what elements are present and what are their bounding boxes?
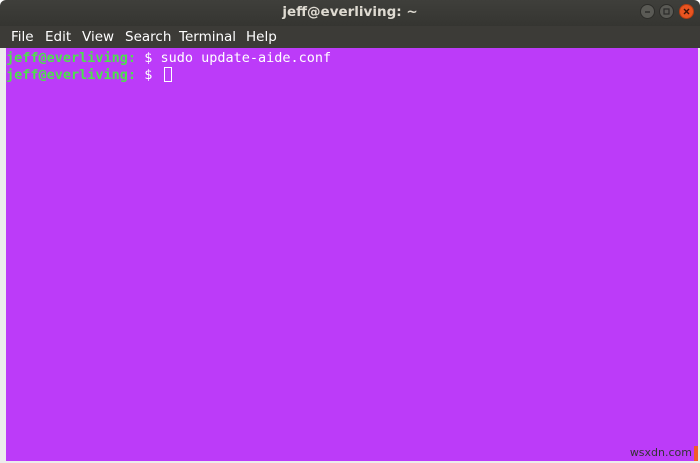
- close-icon: [683, 8, 690, 15]
- terminal-window: jeff@everliving: ~ File Edit View Search…: [0, 0, 700, 463]
- watermark: wsxdn.com: [629, 446, 692, 459]
- terminal-area[interactable]: jeff@everliving: $ sudo update-aide.conf…: [0, 48, 700, 463]
- prompt-separator: :: [127, 67, 137, 83]
- menu-view[interactable]: View: [82, 26, 114, 48]
- prompt-separator: :: [127, 50, 137, 66]
- menu-bar: File Edit View Search Terminal Help: [0, 26, 700, 48]
- terminal-line: jeff@everliving: $: [6, 67, 173, 84]
- title-bar[interactable]: jeff@everliving: ~: [0, 0, 700, 26]
- text-cursor: [164, 67, 173, 82]
- window-title: jeff@everliving: ~: [282, 4, 418, 20]
- menu-help[interactable]: Help: [246, 26, 277, 48]
- prompt-user-host: jeff@everliving: [6, 50, 128, 66]
- scroll-marker: [694, 446, 698, 461]
- maximize-icon: [663, 8, 670, 15]
- maximize-button[interactable]: [659, 4, 674, 19]
- command-text: sudo update-aide.conf: [160, 50, 332, 66]
- terminal-line: jeff@everliving: $ sudo update-aide.conf: [6, 50, 331, 67]
- minimize-button[interactable]: [640, 4, 655, 19]
- minimize-icon: [645, 11, 650, 13]
- prompt-user-host: jeff@everliving: [6, 67, 128, 83]
- prompt-symbol: $: [136, 50, 161, 66]
- menu-file[interactable]: File: [11, 26, 34, 48]
- close-button[interactable]: [679, 4, 694, 19]
- menu-edit[interactable]: Edit: [45, 26, 71, 48]
- prompt-symbol: $: [136, 67, 161, 83]
- menu-terminal[interactable]: Terminal: [179, 26, 236, 48]
- menu-search[interactable]: Search: [125, 26, 171, 48]
